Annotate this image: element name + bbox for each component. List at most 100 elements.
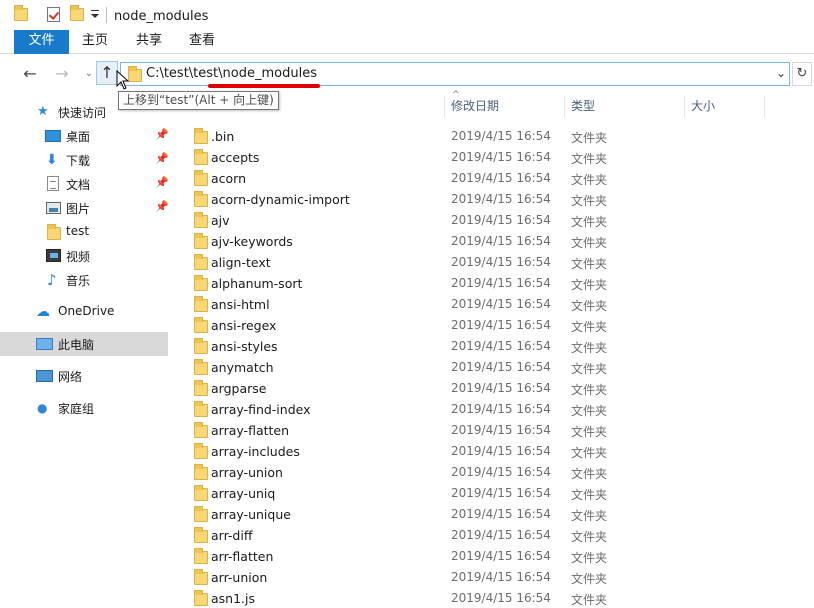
sidebar-item-music[interactable]: ♪ 音乐 bbox=[0, 268, 168, 292]
column-divider[interactable] bbox=[764, 96, 765, 118]
sidebar-item-pictures[interactable]: 图片 📌 bbox=[0, 196, 169, 220]
properties-icon[interactable] bbox=[47, 7, 60, 22]
file-name: array-uniq bbox=[211, 486, 276, 501]
refresh-icon[interactable]: ↻ bbox=[792, 62, 812, 86]
arrow-up-icon[interactable]: ↑ bbox=[96, 61, 118, 85]
file-date: 2019/4/15 16:54 bbox=[451, 423, 551, 437]
pin-icon[interactable]: 📌 bbox=[155, 152, 169, 165]
file-date: 2019/4/15 16:54 bbox=[451, 129, 551, 143]
list-item[interactable]: acorn-dynamic-import 2019/4/15 16:54 文件夹 bbox=[188, 189, 808, 210]
list-item[interactable]: arr-diff 2019/4/15 16:54 文件夹 bbox=[188, 525, 808, 546]
tab-view[interactable]: 查看 bbox=[175, 30, 229, 54]
file-name: array-unique bbox=[211, 507, 291, 522]
sidebar-item-videos[interactable]: 视频 bbox=[0, 244, 168, 268]
sidebar-item-label: 快速访问 bbox=[58, 106, 107, 120]
file-type: 文件夹 bbox=[571, 152, 608, 166]
sidebar-item-downloads[interactable]: ⬇ 下载 📌 bbox=[0, 148, 169, 172]
sidebar-item-label: 图片 bbox=[66, 202, 91, 216]
list-item[interactable]: ajv 2019/4/15 16:54 文件夹 bbox=[188, 210, 808, 231]
list-item[interactable]: array-find-index 2019/4/15 16:54 文件夹 bbox=[188, 399, 808, 420]
list-item[interactable]: ansi-regex 2019/4/15 16:54 文件夹 bbox=[188, 315, 808, 336]
list-item[interactable]: array-unique 2019/4/15 16:54 文件夹 bbox=[188, 504, 808, 525]
file-date: 2019/4/15 16:54 bbox=[451, 591, 551, 605]
download-icon: ⬇ bbox=[46, 152, 58, 168]
file-date: 2019/4/15 16:54 bbox=[451, 444, 551, 458]
file-type: 文件夹 bbox=[571, 425, 608, 439]
list-item[interactable]: accepts 2019/4/15 16:54 文件夹 bbox=[188, 147, 808, 168]
column-header-size[interactable]: 大小 bbox=[691, 96, 715, 118]
list-item[interactable]: array-union 2019/4/15 16:54 文件夹 bbox=[188, 462, 808, 483]
arrow-left-icon[interactable]: ← bbox=[20, 64, 40, 84]
file-name: arr-diff bbox=[211, 528, 253, 543]
file-date: 2019/4/15 16:54 bbox=[451, 171, 551, 185]
file-date: 2019/4/15 16:54 bbox=[451, 192, 551, 206]
file-date: 2019/4/15 16:54 bbox=[451, 213, 551, 227]
chevron-down-icon[interactable]: ⌄ bbox=[776, 66, 786, 80]
file-name: array-includes bbox=[211, 444, 300, 459]
list-item[interactable]: arr-flatten 2019/4/15 16:54 文件夹 bbox=[188, 546, 808, 567]
sidebar-item-desktop[interactable]: 桌面 📌 bbox=[0, 124, 169, 148]
column-divider[interactable] bbox=[444, 96, 445, 118]
sidebar-item-documents[interactable]: 文档 📌 bbox=[0, 172, 169, 196]
address-bar[interactable]: C:\test\test\node_modules ⌄ bbox=[120, 62, 790, 86]
list-item[interactable]: align-text 2019/4/15 16:54 文件夹 bbox=[188, 252, 808, 273]
file-name: ajv bbox=[211, 213, 230, 228]
sidebar-item-label: 视频 bbox=[66, 250, 91, 264]
sidebar-item-test[interactable]: test bbox=[0, 220, 168, 244]
folder-icon bbox=[194, 527, 208, 543]
folder-icon bbox=[194, 233, 208, 249]
pin-icon[interactable]: 📌 bbox=[155, 128, 169, 141]
list-item[interactable]: arr-union 2019/4/15 16:54 文件夹 bbox=[188, 567, 808, 588]
file-type: 文件夹 bbox=[571, 215, 608, 229]
file-type: 文件夹 bbox=[571, 530, 608, 544]
sidebar-item-label: OneDrive bbox=[58, 304, 115, 318]
arrow-right-icon[interactable]: → bbox=[52, 64, 72, 84]
folder-icon bbox=[194, 485, 208, 501]
folder-icon bbox=[194, 464, 208, 480]
address-path[interactable]: C:\test\test\node_modules bbox=[146, 66, 317, 81]
list-item[interactable]: anymatch 2019/4/15 16:54 文件夹 bbox=[188, 357, 808, 378]
folder-icon bbox=[194, 212, 208, 228]
file-date: 2019/4/15 16:54 bbox=[451, 150, 551, 164]
list-item[interactable]: .bin 2019/4/15 16:54 文件夹 bbox=[188, 126, 808, 147]
sidebar-item-this-pc[interactable]: 此电脑 bbox=[0, 332, 168, 356]
pin-icon[interactable]: 📌 bbox=[155, 200, 169, 213]
list-item[interactable]: alphanum-sort 2019/4/15 16:54 文件夹 bbox=[188, 273, 808, 294]
column-divider[interactable] bbox=[564, 96, 565, 118]
sidebar-item-label: 下载 bbox=[66, 154, 91, 168]
list-item[interactable]: array-uniq 2019/4/15 16:54 文件夹 bbox=[188, 483, 808, 504]
sidebar-item-network[interactable]: 网络 bbox=[0, 364, 168, 388]
sidebar-item-onedrive[interactable]: ☁ OneDrive bbox=[0, 300, 168, 324]
folder-icon[interactable] bbox=[14, 5, 28, 21]
list-item[interactable]: argparse 2019/4/15 16:54 文件夹 bbox=[188, 378, 808, 399]
list-item[interactable]: array-includes 2019/4/15 16:54 文件夹 bbox=[188, 441, 808, 462]
tab-share[interactable]: 共享 bbox=[122, 30, 176, 54]
list-item[interactable]: array-flatten 2019/4/15 16:54 文件夹 bbox=[188, 420, 808, 441]
file-list: .bin 2019/4/15 16:54 文件夹 accepts 2019/4/15 1… bbox=[188, 126, 808, 608]
list-item[interactable]: asn1.js 2019/4/15 16:54 文件夹 bbox=[188, 588, 808, 608]
column-divider[interactable] bbox=[684, 96, 685, 118]
folder-icon bbox=[194, 275, 208, 291]
list-item[interactable]: acorn 2019/4/15 16:54 文件夹 bbox=[188, 168, 808, 189]
mouse-cursor-icon bbox=[116, 70, 130, 90]
list-item[interactable]: ansi-styles 2019/4/15 16:54 文件夹 bbox=[188, 336, 808, 357]
desktop-icon bbox=[45, 130, 61, 142]
list-item[interactable]: ajv-keywords 2019/4/15 16:54 文件夹 bbox=[188, 231, 808, 252]
tab-home[interactable]: 主页 bbox=[68, 30, 122, 54]
column-header-type[interactable]: 类型 bbox=[571, 96, 595, 118]
title-divider bbox=[106, 7, 107, 23]
file-type: 文件夹 bbox=[571, 488, 608, 502]
sidebar-item-homegroup[interactable]: ● 家庭组 bbox=[0, 396, 168, 420]
list-item[interactable]: ansi-html 2019/4/15 16:54 文件夹 bbox=[188, 294, 808, 315]
column-header-date[interactable]: 修改日期 bbox=[451, 96, 499, 118]
new-folder-icon[interactable] bbox=[70, 5, 84, 21]
file-name: align-text bbox=[211, 255, 271, 270]
file-type: 文件夹 bbox=[571, 551, 608, 565]
file-name: accepts bbox=[211, 150, 260, 165]
folder-icon bbox=[194, 443, 208, 459]
cloud-icon: ☁ bbox=[36, 304, 50, 320]
customize-toolbar-icon[interactable] bbox=[90, 9, 100, 21]
tab-file[interactable]: 文件 bbox=[14, 30, 69, 54]
file-name: array-union bbox=[211, 465, 283, 480]
pin-icon[interactable]: 📌 bbox=[155, 176, 169, 189]
